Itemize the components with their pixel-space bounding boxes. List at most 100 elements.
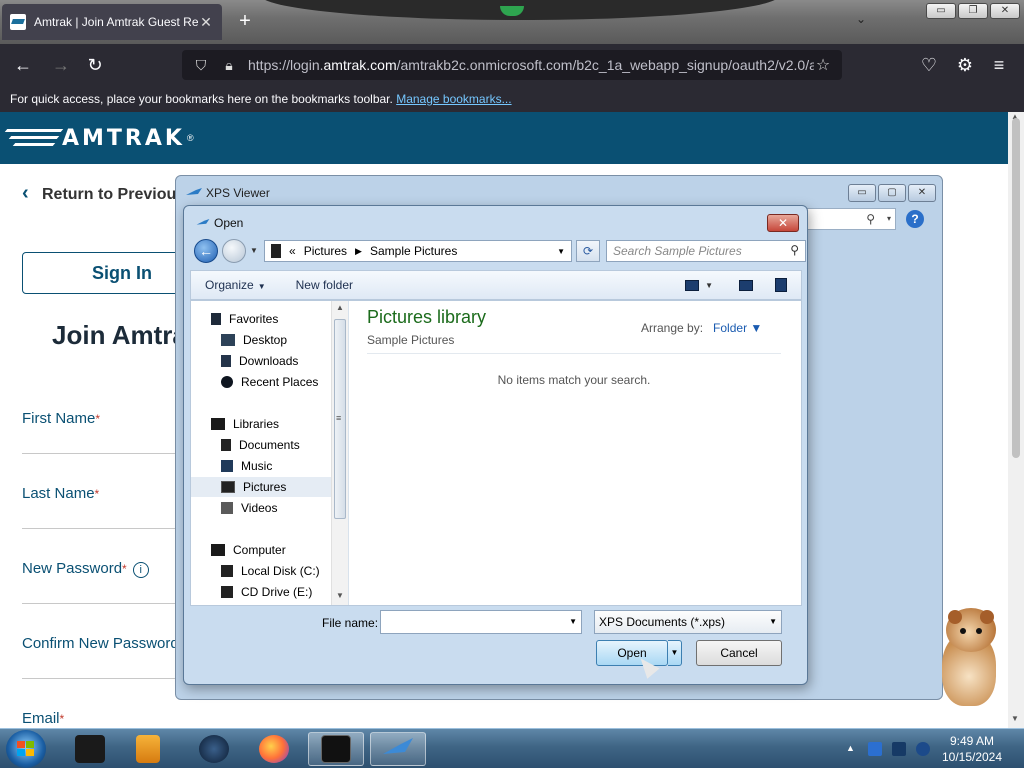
taskbar-xps-viewer[interactable] xyxy=(370,732,426,766)
scroll-down-icon[interactable]: ▼ xyxy=(1011,714,1019,723)
start-button[interactable] xyxy=(6,730,46,768)
find-dropdown-icon[interactable]: ▾ xyxy=(887,214,891,223)
network-tray-icon[interactable] xyxy=(868,742,882,756)
search-icon[interactable]: ⚲ xyxy=(866,212,875,226)
page-scrollbar[interactable]: ▲ ▼ xyxy=(1008,112,1024,728)
recent-pages-dropdown-icon[interactable]: ▼ xyxy=(250,246,258,255)
nav-cd-drive[interactable]: CD Drive (E:) xyxy=(221,582,312,602)
address-dropdown-icon[interactable]: ▼ xyxy=(557,247,565,256)
change-view-icon[interactable] xyxy=(685,279,700,291)
search-input[interactable]: Search Sample Pictures ⚲ xyxy=(606,240,806,262)
amtrak-logo[interactable]: AMTRAK ® xyxy=(0,124,194,152)
bookmark-star-icon[interactable]: ☆ xyxy=(814,55,832,75)
new-folder-button[interactable]: New folder xyxy=(296,278,353,292)
nav-computer[interactable]: Computer xyxy=(211,540,286,560)
forward-arrow-icon[interactable]: → xyxy=(50,54,72,76)
refresh-button[interactable]: ⟳ xyxy=(576,240,600,262)
file-list-pane[interactable]: Pictures library Sample Pictures Arrange… xyxy=(351,301,801,605)
dialog-toolbar: Organize ▼ New folder ▼ xyxy=(190,270,802,300)
path-overflow[interactable]: « xyxy=(289,244,296,258)
nav-local-disk[interactable]: Local Disk (C:) xyxy=(221,561,320,581)
info-icon[interactable]: i xyxy=(132,562,149,578)
browser-tab-amtrak[interactable]: Amtrak | Join Amtrak Guest Rewards ✕ xyxy=(2,4,222,40)
back-arrow-icon[interactable]: ← xyxy=(12,54,34,76)
help-book-icon[interactable] xyxy=(775,278,787,292)
list-all-tabs-button[interactable]: ⌄ xyxy=(856,12,872,28)
show-hidden-icons[interactable]: ▲ xyxy=(846,743,855,753)
xps-find-box[interactable]: ⚲ ▾ xyxy=(806,208,896,230)
file-type-dropdown-icon[interactable]: ▼ xyxy=(769,617,777,626)
path-segment-sample-pictures[interactable]: Sample Pictures xyxy=(370,244,457,258)
file-type-select[interactable]: XPS Documents (*.xps) ▼ xyxy=(594,610,782,634)
menu-icon[interactable]: ≡ xyxy=(988,54,1010,76)
path-separator-icon[interactable]: ▶ xyxy=(355,246,362,257)
nav-desktop[interactable]: Desktop xyxy=(221,330,287,350)
tab-close-icon[interactable]: ✕ xyxy=(198,14,214,31)
pocket-icon[interactable]: ♡ xyxy=(918,54,940,76)
forward-button[interactable] xyxy=(222,239,246,263)
display-tray-icon[interactable] xyxy=(892,742,906,756)
address-bar[interactable]: « Pictures ▶ Sample Pictures ▼ xyxy=(264,240,572,262)
nav-music[interactable]: Music xyxy=(221,456,272,476)
dialog-title: Open xyxy=(214,216,244,230)
view-dropdown-icon[interactable]: ▼ xyxy=(705,281,713,290)
extensions-icon[interactable]: ⚙ xyxy=(954,54,976,76)
close-window-button[interactable]: ✕ xyxy=(990,3,1020,19)
nav-libraries[interactable]: Libraries xyxy=(211,414,279,434)
reload-icon[interactable]: ↻ xyxy=(84,54,106,76)
scroll-up-icon[interactable]: ▲ xyxy=(336,303,344,312)
file-name-input[interactable]: ▼ xyxy=(380,610,582,634)
taskbar-media-player[interactable] xyxy=(120,732,176,766)
xps-close-button[interactable]: ✕ xyxy=(908,184,936,202)
help-icon[interactable]: ? xyxy=(906,210,924,228)
scrollbar-thumb[interactable] xyxy=(1012,118,1020,458)
taskbar-terminal-app[interactable] xyxy=(62,732,118,766)
taskbar-monitor-app[interactable] xyxy=(308,732,364,766)
minimize-button[interactable]: ▭ xyxy=(926,3,956,19)
nav-pictures[interactable]: Pictures xyxy=(191,477,331,497)
file-name-dropdown-icon[interactable]: ▼ xyxy=(569,617,577,626)
organize-button[interactable]: Organize ▼ xyxy=(205,278,266,292)
dialog-close-button[interactable]: ✕ xyxy=(767,214,799,232)
url-bar[interactable]: ⛉ 🔒︎ https://login.amtrak.com/amtrakb2c.… xyxy=(182,50,842,80)
open-button[interactable]: Open xyxy=(596,640,668,666)
preview-pane-icon[interactable] xyxy=(739,279,753,291)
desktop-icon xyxy=(221,334,235,346)
nav-recent-places[interactable]: Recent Places xyxy=(221,372,318,392)
nav-downloads[interactable]: Downloads xyxy=(221,351,298,371)
system-clock[interactable]: 9:49 AM 10/15/2024 xyxy=(932,733,1012,765)
clock-time: 9:49 AM xyxy=(949,734,995,748)
nav-videos[interactable]: Videos xyxy=(221,498,277,518)
new-password-label: New Password xyxy=(22,560,123,577)
volume-tray-icon[interactable] xyxy=(916,742,930,756)
clock-date: 10/15/2024 xyxy=(941,750,1003,764)
cancel-button[interactable]: Cancel xyxy=(696,640,782,666)
nav-favorites[interactable]: Favorites xyxy=(211,309,278,329)
lock-icon[interactable]: 🔒︎ xyxy=(220,57,238,74)
open-options-dropdown[interactable]: ▼ xyxy=(668,640,682,666)
hard-disk-icon xyxy=(221,565,233,577)
back-button[interactable]: ← xyxy=(194,239,218,263)
taskbar-firefox[interactable] xyxy=(246,732,302,766)
arrange-by: Arrange by: Folder ▼ xyxy=(641,321,763,335)
new-tab-button[interactable]: + xyxy=(234,10,256,32)
xps-minimize-button[interactable]: ▭ xyxy=(848,184,876,202)
videos-icon xyxy=(221,502,233,514)
search-icon[interactable]: ⚲ xyxy=(790,243,799,257)
url-text[interactable]: https://login.amtrak.com/amtrakb2c.onmic… xyxy=(248,57,814,73)
xps-maximize-button[interactable]: ▢ xyxy=(878,184,906,202)
taskbar-globe-app[interactable] xyxy=(186,732,242,766)
scroll-down-icon[interactable]: ▼ xyxy=(336,591,344,600)
manage-bookmarks-link[interactable]: Manage bookmarks... xyxy=(396,92,511,106)
browser-navbar: ← → ↻ ⛉ 🔒︎ https://login.amtrak.com/amtr… xyxy=(0,44,1024,86)
dialog-panes: Favorites Desktop Downloads Recent Place… xyxy=(190,300,802,606)
recent-places-icon xyxy=(221,376,233,388)
email-field[interactable]: Email* xyxy=(22,710,322,728)
nav-pane-scrollbar[interactable]: ▲ ≡ ▼ xyxy=(331,301,348,605)
arrange-by-dropdown[interactable]: Folder ▼ xyxy=(713,321,762,335)
black-box-icon xyxy=(75,735,105,763)
nav-documents[interactable]: Documents xyxy=(221,435,300,455)
shield-icon[interactable]: ⛉ xyxy=(192,57,210,74)
path-segment-pictures[interactable]: Pictures xyxy=(304,244,347,258)
restore-button[interactable]: ❐ xyxy=(958,3,988,19)
